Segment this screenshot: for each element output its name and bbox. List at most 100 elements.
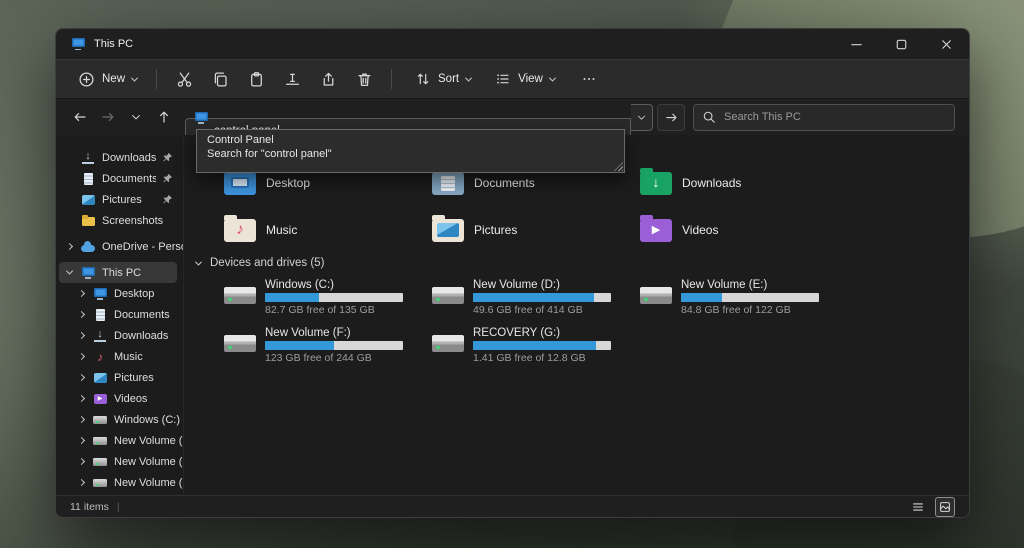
window-title: This PC [94, 38, 133, 50]
delete-icon [356, 71, 373, 88]
rename-icon [284, 71, 301, 88]
sidebar-item-new-volume-f[interactable]: New Volume (F:) [56, 472, 183, 493]
drive-icon [92, 476, 108, 490]
share-button[interactable] [310, 65, 346, 93]
sidebar-item-documents[interactable]: Documents [56, 168, 183, 189]
sort-button-label: Sort [438, 73, 459, 85]
sidebar-item-downloads[interactable]: Downloads [56, 147, 183, 168]
new-icon [78, 71, 95, 88]
chevron-right-icon[interactable] [77, 311, 84, 318]
devices-and-drives-label: Devices and drives (5) [210, 257, 324, 269]
sidebar-item-new-volume-d[interactable]: New Volume (D:) [56, 430, 183, 451]
close-button[interactable] [924, 29, 969, 59]
sidebar-item-windows-c[interactable]: Windows (C:) [56, 409, 183, 430]
desktop-icon [92, 287, 108, 301]
sidebar-item-downloads[interactable]: Downloads [56, 325, 183, 346]
details-view-button[interactable] [909, 498, 927, 516]
drive-tile-new-volume-e[interactable]: New Volume (E:)84.8 GB free of 122 GB [640, 279, 848, 318]
more-options-button[interactable] [571, 65, 607, 93]
maximize-button[interactable] [879, 29, 924, 59]
copy-button[interactable] [202, 65, 238, 93]
downloads-folder-icon [640, 172, 672, 195]
sidebar-item-pictures[interactable]: Pictures [56, 189, 183, 210]
sort-button[interactable]: Sort [405, 65, 481, 93]
folder-tile-pictures[interactable]: Pictures [432, 206, 640, 253]
folder-tile-videos[interactable]: Videos [640, 206, 848, 253]
drive-usage-bar [473, 341, 611, 350]
up-button[interactable] [152, 105, 176, 129]
recent-locations-button[interactable] [124, 105, 148, 129]
forward-button[interactable] [96, 105, 120, 129]
share-icon [320, 71, 337, 88]
drive-tile-recovery-g[interactable]: RECOVERY (G:)1.41 GB free of 12.8 GB [432, 327, 640, 366]
sidebar-item-screenshots[interactable]: Screenshots [56, 210, 183, 231]
sidebar-item-new-volume-e[interactable]: New Volume (E:) [56, 451, 183, 472]
drive-tile-new-volume-f[interactable]: New Volume (F:)123 GB free of 244 GB [224, 327, 432, 366]
delete-button[interactable] [346, 65, 382, 93]
drive-tile-new-volume-d[interactable]: New Volume (D:)49.6 GB free of 414 GB [432, 279, 640, 318]
chevron-right-icon[interactable] [77, 458, 84, 465]
details-view-icon [911, 500, 925, 514]
cut-button[interactable] [166, 65, 202, 93]
suggestion-search[interactable]: Search for "control panel" [197, 147, 624, 161]
new-button[interactable]: New [68, 65, 147, 93]
chevron-down-icon [131, 74, 138, 81]
minimize-button[interactable] [834, 29, 879, 59]
sidebar-item-pictures[interactable]: Pictures [56, 367, 183, 388]
chevron-down-icon [130, 111, 142, 123]
search-box [693, 104, 955, 131]
status-bar: 11 items | [56, 495, 969, 517]
go-button[interactable] [657, 104, 685, 131]
devices-and-drives-header[interactable]: Devices and drives (5) [196, 257, 324, 269]
drive-tile-windows-c[interactable]: Windows (C:)82.7 GB free of 135 GB [224, 279, 432, 318]
drive-icon [432, 287, 464, 304]
sidebar-item-onedrive[interactable]: OneDrive - Person [56, 236, 183, 257]
chevron-right-icon[interactable] [77, 395, 84, 402]
cut-icon [176, 71, 193, 88]
sidebar-item-desktop[interactable]: Desktop [56, 283, 183, 304]
sidebar-item-music[interactable]: Music [56, 346, 183, 367]
large-icons-view-button[interactable] [935, 497, 955, 517]
chevron-down-icon[interactable] [65, 268, 72, 275]
drive-icon [224, 335, 256, 352]
sidebar-item-videos[interactable]: Videos [56, 388, 183, 409]
chevron-right-icon[interactable] [77, 437, 84, 444]
resize-grip[interactable] [614, 162, 623, 171]
chevron-right-icon[interactable] [77, 290, 84, 297]
chevron-right-icon[interactable] [77, 416, 84, 423]
search-input[interactable] [693, 104, 955, 131]
pin-icon [162, 194, 173, 205]
chevron-right-icon[interactable] [77, 374, 84, 381]
chevron-right-icon[interactable] [77, 479, 84, 486]
command-bar: New Sort View [56, 59, 969, 99]
chevron-right-icon[interactable] [77, 332, 84, 339]
back-button[interactable] [68, 105, 92, 129]
folder-tile-music[interactable]: Music [224, 206, 432, 253]
chevron-right-icon[interactable] [65, 243, 72, 250]
this-pc-icon [70, 37, 86, 51]
drive-usage-bar [681, 293, 819, 302]
address-dropdown-button[interactable] [631, 104, 653, 131]
more-icon [581, 71, 597, 87]
navigation-bar [56, 103, 969, 131]
back-icon [72, 109, 88, 125]
rename-button[interactable] [274, 65, 310, 93]
this-pc-icon [80, 266, 96, 280]
documents-icon [92, 308, 108, 322]
paste-button[interactable] [238, 65, 274, 93]
suggestion-control-panel[interactable]: Control Panel [197, 133, 624, 147]
drive-usage-fill [473, 293, 594, 302]
documents-folder-icon [432, 172, 464, 195]
chevron-down-icon [636, 112, 647, 123]
address-bar [185, 104, 631, 131]
sidebar-item-documents[interactable]: Documents [56, 304, 183, 325]
downloads-icon [92, 329, 108, 343]
explorer-tab[interactable]: This PC [56, 37, 147, 51]
drive-usage-fill [265, 293, 319, 302]
view-button[interactable]: View [485, 65, 565, 93]
drive-icon [224, 287, 256, 304]
folder-tile-downloads[interactable]: Downloads [640, 159, 848, 206]
chevron-right-icon[interactable] [77, 353, 84, 360]
drive-usage-fill [473, 341, 596, 350]
sidebar-item-this-pc[interactable]: This PC [59, 262, 177, 283]
